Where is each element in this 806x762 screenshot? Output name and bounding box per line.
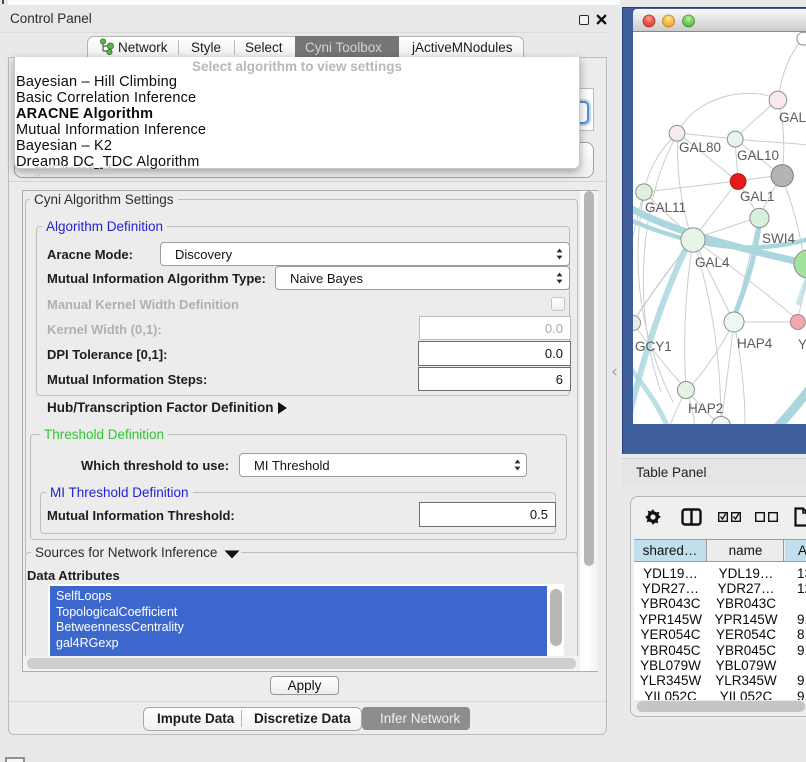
- svg-text:GAL: GAL: [779, 110, 806, 125]
- svg-text:HAP2: HAP2: [688, 401, 723, 416]
- svg-text:Y: Y: [798, 337, 806, 352]
- svg-text:GAL4: GAL4: [695, 255, 730, 270]
- svg-text:GAL1: GAL1: [740, 189, 775, 204]
- svg-text:GAL10: GAL10: [737, 148, 779, 163]
- svg-text:HAP4: HAP4: [737, 336, 773, 351]
- svg-text:GCY1: GCY1: [635, 339, 672, 354]
- svg-text:SWI4: SWI4: [762, 231, 795, 246]
- svg-text:GAL11: GAL11: [645, 200, 686, 215]
- svg-text:GAL80: GAL80: [679, 140, 721, 155]
